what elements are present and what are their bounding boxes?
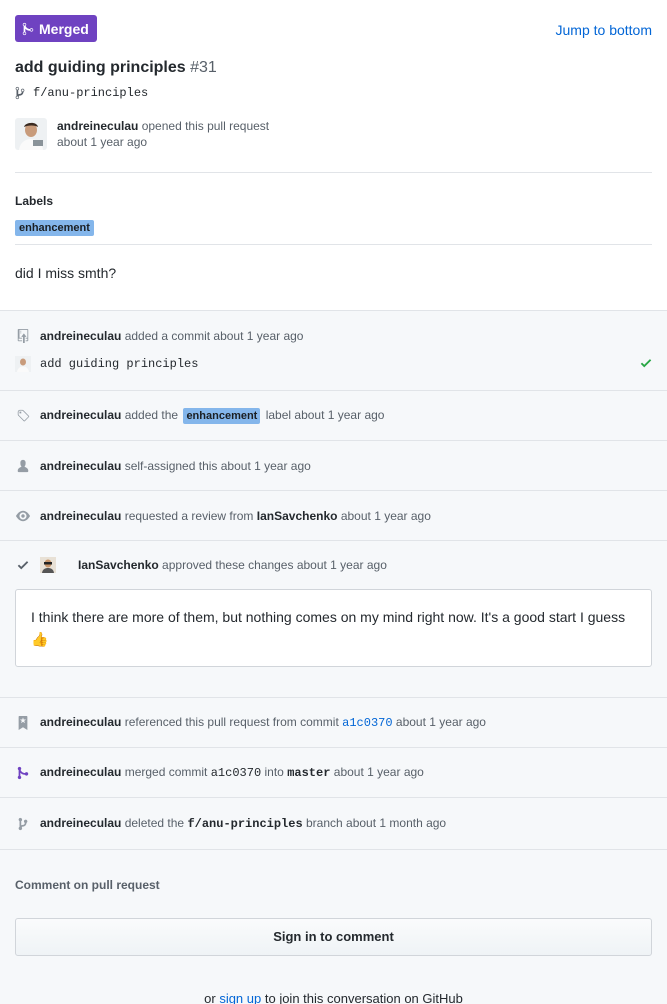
tag-icon: [15, 409, 31, 423]
merge-time: about 1 year ago: [333, 765, 424, 779]
opener-name[interactable]: andreineculau: [57, 119, 138, 133]
commit-row: add guiding principles: [15, 356, 652, 372]
opener-time: about 1 year ago: [57, 135, 148, 149]
commit-actor[interactable]: andreineculau: [40, 329, 121, 343]
user-avatar-icon: [15, 118, 47, 150]
opener-action: opened this pull request: [141, 119, 270, 133]
branch-icon: [15, 817, 31, 831]
timeline-review-request: andreineculau requested a review from Ia…: [0, 491, 667, 541]
ref-actor[interactable]: andreineculau: [40, 715, 121, 729]
pr-title: add guiding principles #31: [15, 58, 652, 78]
merge-sha[interactable]: a1c0370: [211, 766, 261, 780]
review-req-time: about 1 year ago: [340, 508, 431, 523]
merge-action: merged commit: [124, 765, 208, 779]
ref-sha-link[interactable]: a1c0370: [342, 716, 392, 730]
pr-body: did I miss smth?: [15, 265, 117, 281]
user-avatar-icon: [40, 557, 56, 573]
review-req-actor[interactable]: andreineculau: [40, 509, 121, 523]
user-avatar-icon: [15, 356, 31, 372]
label-pre: added the: [124, 407, 179, 422]
assign-action: self-assigned this about 1 year ago: [124, 458, 311, 473]
merged-badge: Merged: [15, 15, 97, 42]
reviewer-avatar[interactable]: [40, 557, 56, 573]
timeline-review: IanSavchenko approved these changes abou…: [0, 541, 667, 698]
timeline-label: andreineculau added the enhancement labe…: [0, 391, 667, 441]
merge-branch: master: [287, 766, 331, 780]
deleted-branch-name: f/anu-principles: [187, 817, 303, 831]
label-actor[interactable]: andreineculau: [40, 408, 121, 422]
review-req-target[interactable]: IanSavchenko: [257, 509, 338, 523]
merged-badge-label: Merged: [39, 20, 89, 37]
avatar[interactable]: [15, 118, 47, 150]
review-text: I think there are more of them, but noth…: [31, 609, 626, 625]
label-post: label about 1 year ago: [265, 407, 385, 422]
labels-list: enhancement: [15, 218, 652, 236]
opener-text: andreineculau opened this pull request a…: [57, 118, 269, 150]
check-icon: [15, 558, 31, 572]
timeline: andreineculau added a commit about 1 yea…: [0, 310, 667, 1004]
review-comment: I think there are more of them, but noth…: [15, 589, 652, 667]
merge-into: into: [264, 765, 284, 779]
comment-heading: Comment on pull request: [15, 878, 160, 892]
merge-icon: [15, 766, 31, 780]
signup-post: to join this conversation on GitHub: [264, 991, 463, 1004]
timeline-commit: andreineculau added a commit about 1 yea…: [0, 311, 667, 391]
commit-message[interactable]: add guiding principles: [40, 357, 198, 371]
thumbs-up-icon: 👍: [31, 631, 49, 647]
label-enhancement[interactable]: enhancement: [15, 220, 94, 236]
timeline-reference: andreineculau referenced this pull reque…: [0, 698, 667, 748]
commit-action: added a commit about 1 year ago: [124, 329, 304, 343]
repo-push-icon: [15, 329, 31, 343]
eye-icon: [15, 509, 31, 523]
timeline-delete-branch: andreineculau deleted the f/anu-principl…: [0, 798, 667, 850]
branch-name[interactable]: f/anu-principles: [33, 86, 148, 100]
signup-note: or sign up to join this conversation on …: [0, 991, 667, 1004]
pr-header: Merged Jump to bottom add guiding princi…: [0, 0, 667, 310]
assign-actor[interactable]: andreineculau: [40, 459, 121, 473]
divider: [15, 244, 652, 245]
commit-avatar[interactable]: [15, 356, 31, 372]
timeline-merge: andreineculau merged commit a1c0370 into…: [0, 748, 667, 798]
bookmark-icon: [15, 715, 31, 730]
branch-icon: [15, 86, 25, 100]
delete-pre: deleted the: [124, 816, 185, 830]
branch-row: f/anu-principles: [15, 86, 652, 100]
approve-action: approved these changes about 1 year ago: [162, 558, 387, 572]
merge-actor[interactable]: andreineculau: [40, 765, 121, 779]
jump-to-bottom-link[interactable]: Jump to bottom: [556, 22, 653, 38]
sign-up-link[interactable]: sign up: [219, 991, 261, 1004]
approve-actor[interactable]: IanSavchenko: [78, 558, 159, 572]
sign-in-to-comment-button[interactable]: Sign in to comment: [15, 918, 652, 956]
ref-time: about 1 year ago: [395, 715, 486, 729]
merge-icon: [22, 22, 34, 35]
divider: [15, 172, 652, 173]
commit-header: andreineculau added a commit about 1 yea…: [15, 329, 652, 343]
pr-number: #31: [190, 59, 217, 76]
labels-heading: Labels: [15, 194, 54, 208]
signup-pre: or: [204, 991, 216, 1004]
label-enhancement-inline[interactable]: enhancement: [183, 407, 261, 424]
pr-title-text: add guiding principles: [15, 59, 186, 76]
timeline-assign: andreineculau self-assigned this about 1…: [0, 441, 667, 491]
delete-actor[interactable]: andreineculau: [40, 816, 121, 830]
ref-action: referenced this pull request from commit: [124, 715, 339, 729]
review-req-action: requested a review from: [124, 508, 254, 523]
review-header: IanSavchenko approved these changes abou…: [0, 541, 667, 589]
delete-post: branch about 1 month ago: [306, 816, 447, 830]
check-icon: [640, 356, 652, 373]
opener-row: andreineculau opened this pull request a…: [15, 118, 652, 152]
person-icon: [15, 459, 31, 473]
